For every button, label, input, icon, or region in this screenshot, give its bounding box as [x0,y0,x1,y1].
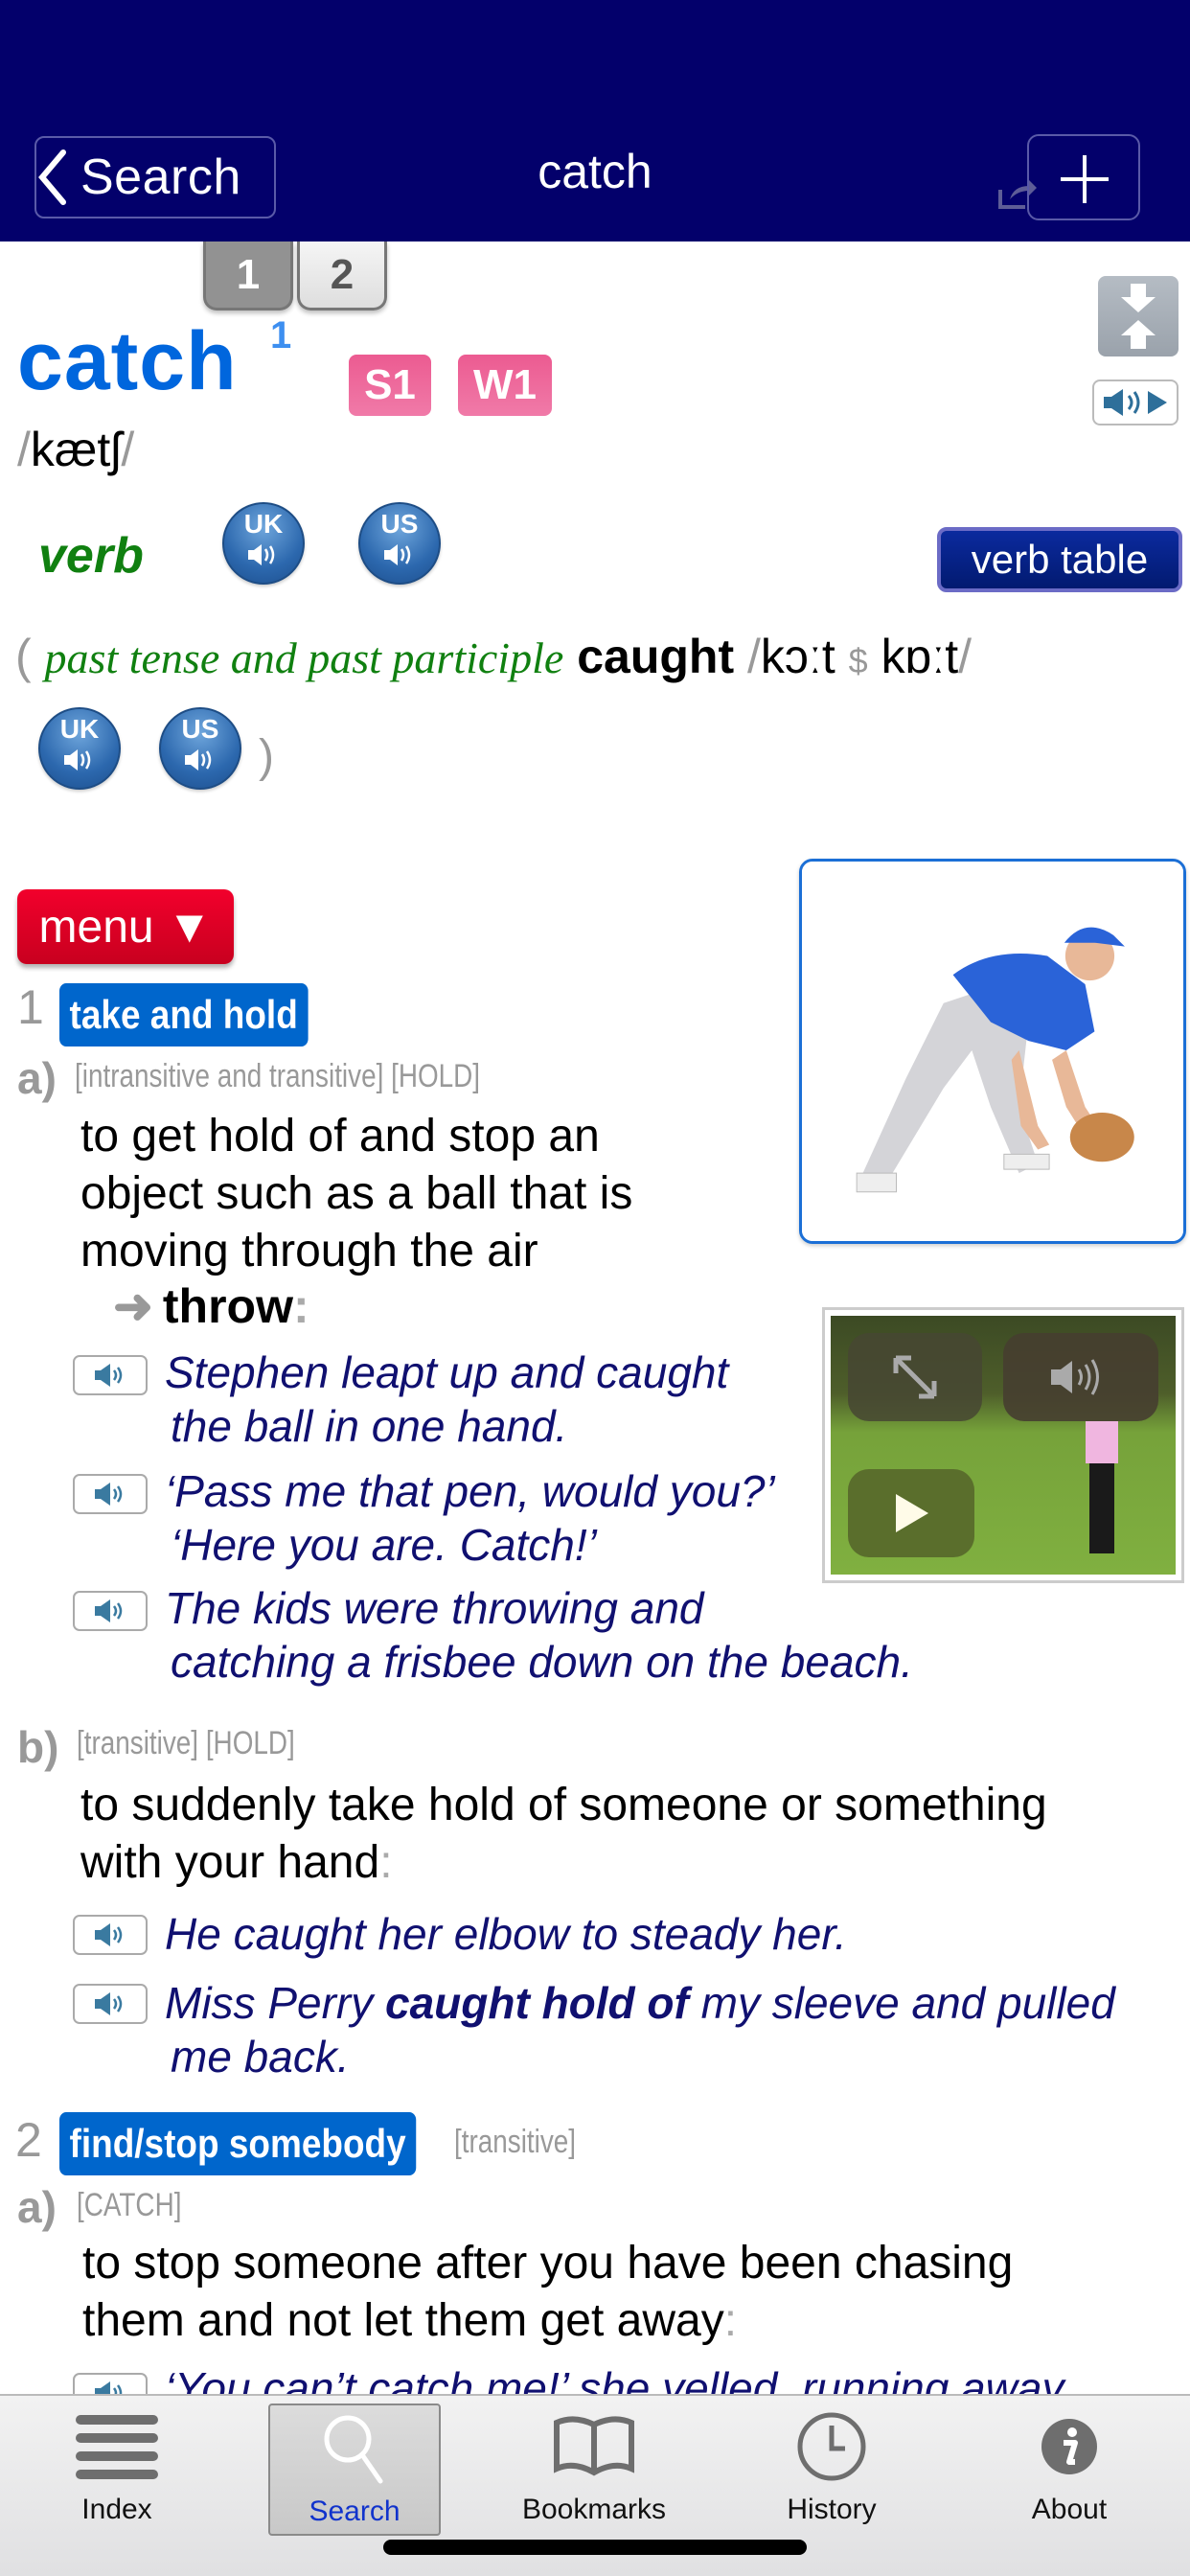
collapse-arrows-icon [1121,284,1156,349]
entry-picture[interactable] [799,859,1186,1244]
book-icon [554,2416,634,2476]
speaker-icon [185,749,212,770]
clock-icon [797,2412,866,2481]
fullscreen-button[interactable] [848,1333,982,1421]
grammar-label: [intransitive and transitive] [HOLD] [75,1058,481,1094]
video-player [822,1307,1184,1583]
example-sentence: The kids were throwing and catching a fri… [165,1583,913,1687]
pronunciation: /kætʃ/ [17,423,135,476]
sense-number: 1 [17,980,44,1034]
us-pronunciation-button[interactable]: US [358,502,441,585]
video-frame[interactable] [831,1316,1176,1575]
signpost[interactable]: find/stop somebody [59,2112,417,2175]
tab-bookmarks[interactable]: Bookmarks [508,2404,680,2536]
definition: to stop someone after you have been chas… [82,2238,1014,2346]
grammar-label: [transitive] [HOLD] [77,1725,295,1761]
us-label: US [181,714,219,744]
baseball-player-image [802,862,1183,1241]
tab-label: Index [81,2494,152,2525]
us-label: US [380,509,419,539]
us-inflection-audio-button[interactable]: US [159,707,241,790]
subsense-letter: b) [17,1722,59,1772]
inflection-line: ( past tense and past participle caught … [15,630,973,683]
example-sentence: ‘Pass me that pen, would you?’ ‘Here you … [165,1466,775,1570]
crossref-word[interactable]: throw [163,1279,293,1333]
list-icon [76,2415,158,2479]
sense-number: 2 [15,2113,42,2167]
speaker-icon [95,1483,123,1506]
speaker-icon [384,544,411,565]
uk-label: UK [243,509,284,539]
verb-table-button[interactable]: verb table [937,527,1182,592]
tab-label: Search [309,2496,400,2527]
speaker-icon [95,1599,123,1622]
homonym-tab-2[interactable]: 2 [297,242,387,310]
subsense-letter: a) [17,1053,57,1103]
frequency-badge-written[interactable]: W1 [458,355,552,416]
example-sentence: Miss Perry caught hold of my sleeve and … [165,1978,1115,2082]
play-icon [896,1494,928,1532]
definition: to get hold of and stop an object such a… [80,1111,633,1276]
info-icon [1041,2419,1097,2474]
close-paren: ) [259,731,274,782]
headword: catch [17,315,238,407]
tab-label: Bookmarks [521,2494,667,2525]
inflection-form: caught [577,630,735,683]
frequency-badge-spoken[interactable]: S1 [349,355,431,416]
pronunciation-text: kætʃ [30,423,122,476]
definition: to suddenly take hold of someone or some… [80,1780,1047,1888]
homonym-number: 1 [270,314,292,356]
speaker-icon [95,1992,123,2015]
search-icon [324,2415,383,2484]
tab-index[interactable]: Index [31,2404,203,2536]
homonym-tab-1[interactable]: 1 [203,242,293,310]
tab-search[interactable]: Search [268,2404,441,2536]
speaker-play-icon [1104,389,1167,416]
speaker-icon [248,544,275,565]
inflection-label: past tense and past participle [44,633,564,682]
homonym-tabs: 1 2 [203,242,387,310]
arrow-right-icon: ➜ [113,1279,153,1333]
play-all-audio-button[interactable] [1092,380,1179,426]
speaker-icon [95,1923,123,1946]
home-indicator[interactable] [383,2540,807,2555]
tab-history[interactable]: History [745,2404,918,2536]
tab-about[interactable]: About [983,2404,1156,2536]
example-sentence: Stephen leapt up and caught the ball in o… [165,1347,729,1451]
collocation: caught hold of [385,1978,689,2028]
inflection-pron-uk: kɔːt [760,630,835,683]
part-of-speech: verb [38,528,144,584]
example-audio-button[interactable] [73,1474,148,1514]
tab-label: History [787,2494,877,2525]
example-audio-button[interactable] [73,1984,148,2024]
uk-label: UK [59,714,100,744]
example-sentence: He caught her elbow to steady her. [165,1909,847,1959]
speaker-icon [64,749,91,770]
uk-inflection-audio-button[interactable]: UK [38,707,121,790]
grammar-label: [CATCH] [77,2187,182,2223]
example-audio-button[interactable] [73,1355,148,1395]
speaker-icon [95,1364,123,1387]
add-bookmark-button[interactable] [1027,134,1140,220]
cross-reference[interactable]: ➜ throw: [113,1278,309,1334]
menu-button[interactable]: menu ▼ [17,889,234,964]
video-person [1086,1421,1118,1553]
example-audio-button[interactable] [73,1591,148,1631]
volume-button[interactable] [1003,1333,1158,1421]
collapse-button[interactable] [1098,276,1179,356]
us-marker: $ [848,641,868,680]
example-audio-button[interactable] [73,1915,148,1955]
nav-header: Search catch [0,0,1190,242]
uk-pronunciation-button[interactable]: UK [222,502,305,585]
expand-icon [893,1355,937,1399]
play-button[interactable] [848,1469,974,1557]
inflection-pron-us: kɒːt [881,630,959,683]
grammar-label: [transitive] [454,2124,577,2160]
tab-label: About [1031,2494,1108,2525]
subsense-letter: a) [17,2182,57,2232]
volume-icon [1051,1359,1099,1395]
signpost[interactable]: take and hold [59,983,309,1046]
